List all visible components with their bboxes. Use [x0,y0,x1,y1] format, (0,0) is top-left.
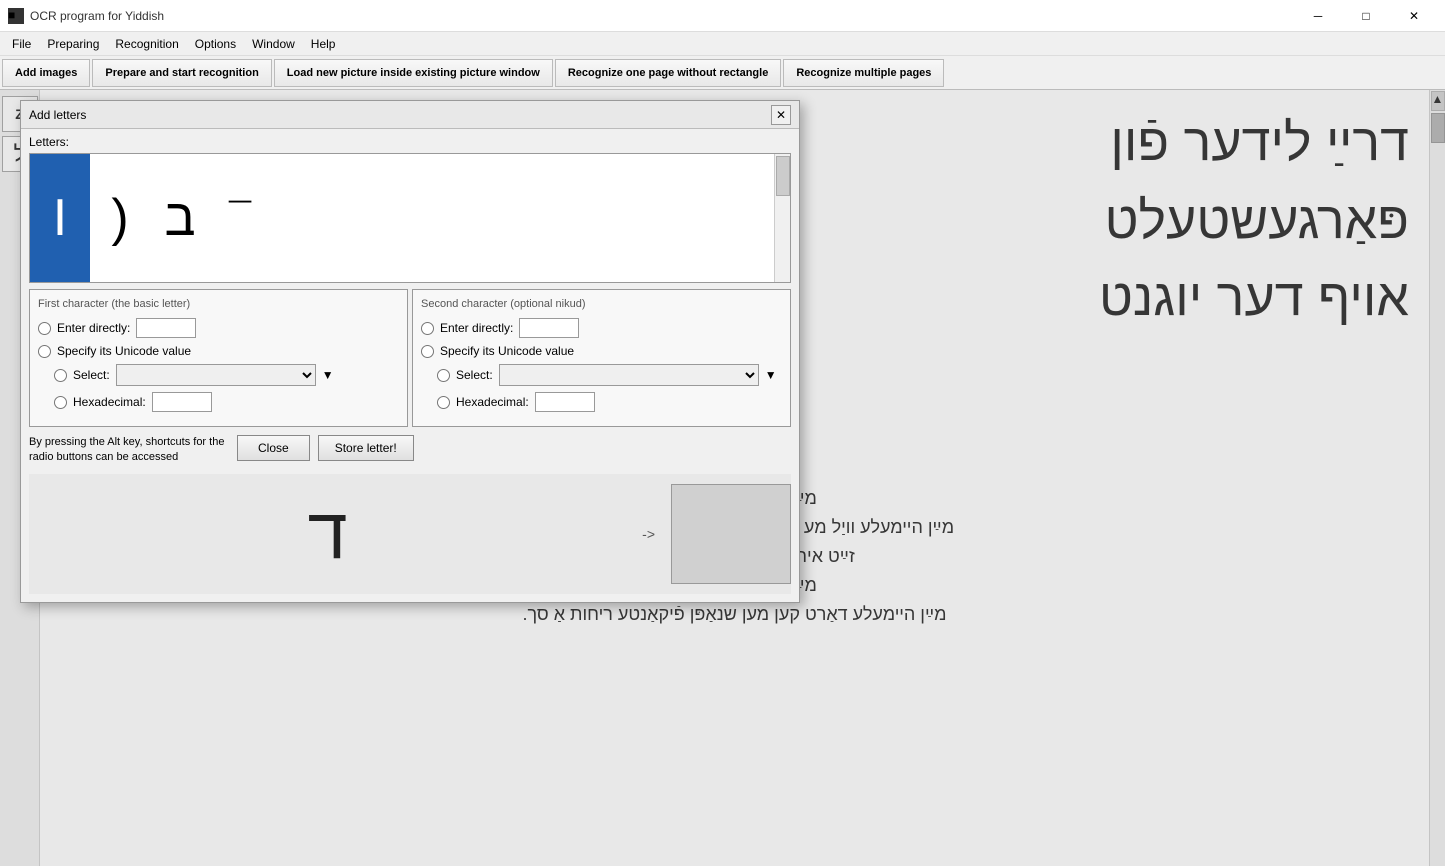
first-char-select-arrow: ▼ [322,368,334,382]
second-char-unicode-radio[interactable] [421,345,434,358]
second-char-select-dropdown[interactable] [499,364,759,386]
title-bar-left: ■ OCR program for Yiddish [8,8,164,24]
close-button[interactable]: Close [237,435,310,461]
letters-label: Letters: [29,135,791,149]
first-char-direct-input[interactable] [136,318,196,338]
second-char-title: Second character (optional nikud) [421,298,782,310]
first-char-unicode-label: Specify its Unicode value [57,344,191,358]
preview-letter: ד [308,493,348,575]
second-char-unicode-label: Specify its Unicode value [440,344,574,358]
first-char-hex-radio[interactable] [54,396,67,409]
first-char-unicode-row: Specify its Unicode value [38,344,399,358]
main-area: Z ל Add letters ✕ Letters: I ) ב ¯ [0,90,1445,866]
second-char-hex-radio[interactable] [437,396,450,409]
second-char-unicode-row: Specify its Unicode value [421,344,782,358]
letters-box: I ) ב ¯ [29,153,791,283]
second-char-direct-radio[interactable] [421,322,434,335]
menu-file[interactable]: File [4,35,39,53]
first-char-title: First character (the basic letter) [38,298,399,310]
dialog-title: Add letters [29,108,86,122]
second-char-enter-directly-row: Enter directly: [421,318,782,338]
dialog-bottom: By pressing the Alt key, shortcuts for t… [21,435,799,474]
two-col-section: First character (the basic letter) Enter… [21,289,799,435]
second-char-select-radio[interactable] [437,369,450,382]
app-icon: ■ [8,8,24,24]
app-title: OCR program for Yiddish [30,9,164,23]
hint-text: By pressing the Alt key, shortcuts for t… [29,435,229,466]
letter-item-2[interactable]: ב [150,154,210,282]
first-char-direct-radio[interactable] [38,322,51,335]
first-char-hex-label: Hexadecimal: [73,395,146,409]
first-char-select-row: Select: ▼ [38,364,399,386]
menu-window[interactable]: Window [244,35,303,53]
menu-preparing[interactable]: Preparing [39,35,107,53]
menu-recognition[interactable]: Recognition [107,35,186,53]
window-close-button[interactable]: ✕ [1391,0,1437,32]
dialog-overlay: Add letters ✕ Letters: I ) ב ¯ [0,90,1445,866]
menu-options[interactable]: Options [187,35,244,53]
add-letters-dialog: Add letters ✕ Letters: I ) ב ¯ [20,100,800,603]
dialog-titlebar: Add letters ✕ [21,101,799,129]
letters-scrollbar[interactable] [774,154,790,282]
first-char-select-label: Select: [73,368,110,382]
second-char-hex-input[interactable] [535,392,595,412]
first-char-unicode-radio[interactable] [38,345,51,358]
letters-section: Letters: I ) ב ¯ [21,129,799,289]
prepare-recognition-button[interactable]: Prepare and start recognition [92,59,271,87]
first-char-hex-row: Hexadecimal: [38,392,399,412]
recognize-one-page-button[interactable]: Recognize one page without rectangle [555,59,781,87]
second-char-hex-label: Hexadecimal: [456,395,529,409]
second-char-select-row: Select: ▼ [421,364,782,386]
load-picture-button[interactable]: Load new picture inside existing picture… [274,59,553,87]
letters-scrollbar-thumb[interactable] [776,156,790,196]
title-bar: ■ OCR program for Yiddish ─ □ ✕ [0,0,1445,32]
menu-help[interactable]: Help [303,35,344,53]
first-char-select-dropdown[interactable] [116,364,316,386]
preview-area: ד -> [29,474,791,594]
second-char-hex-row: Hexadecimal: [421,392,782,412]
second-char-select-arrow: ▼ [765,368,777,382]
second-char-box: Second character (optional nikud) Enter … [412,289,791,427]
add-images-button[interactable]: Add images [2,59,90,87]
minimize-button[interactable]: ─ [1295,0,1341,32]
maximize-button[interactable]: □ [1343,0,1389,32]
letter-item-1[interactable]: ) [90,154,150,282]
store-letter-button[interactable]: Store letter! [318,435,414,461]
title-bar-controls: ─ □ ✕ [1295,0,1437,32]
second-char-direct-input[interactable] [519,318,579,338]
first-char-box: First character (the basic letter) Enter… [29,289,408,427]
first-char-hex-input[interactable] [152,392,212,412]
second-char-direct-label: Enter directly: [440,321,513,335]
letter-item-3[interactable]: ¯ [210,154,270,282]
menu-bar: File Preparing Recognition Options Windo… [0,32,1445,56]
preview-right-box [671,484,791,584]
recognize-multiple-pages-button[interactable]: Recognize multiple pages [783,59,944,87]
first-char-direct-label: Enter directly: [57,321,130,335]
second-char-select-label: Select: [456,368,493,382]
first-char-select-radio[interactable] [54,369,67,382]
first-char-enter-directly-row: Enter directly: [38,318,399,338]
letter-item-0[interactable]: I [30,154,90,282]
toolbar: Add images Prepare and start recognition… [0,56,1445,90]
dialog-close-x-button[interactable]: ✕ [771,105,791,125]
arrow-label: -> [642,526,655,542]
